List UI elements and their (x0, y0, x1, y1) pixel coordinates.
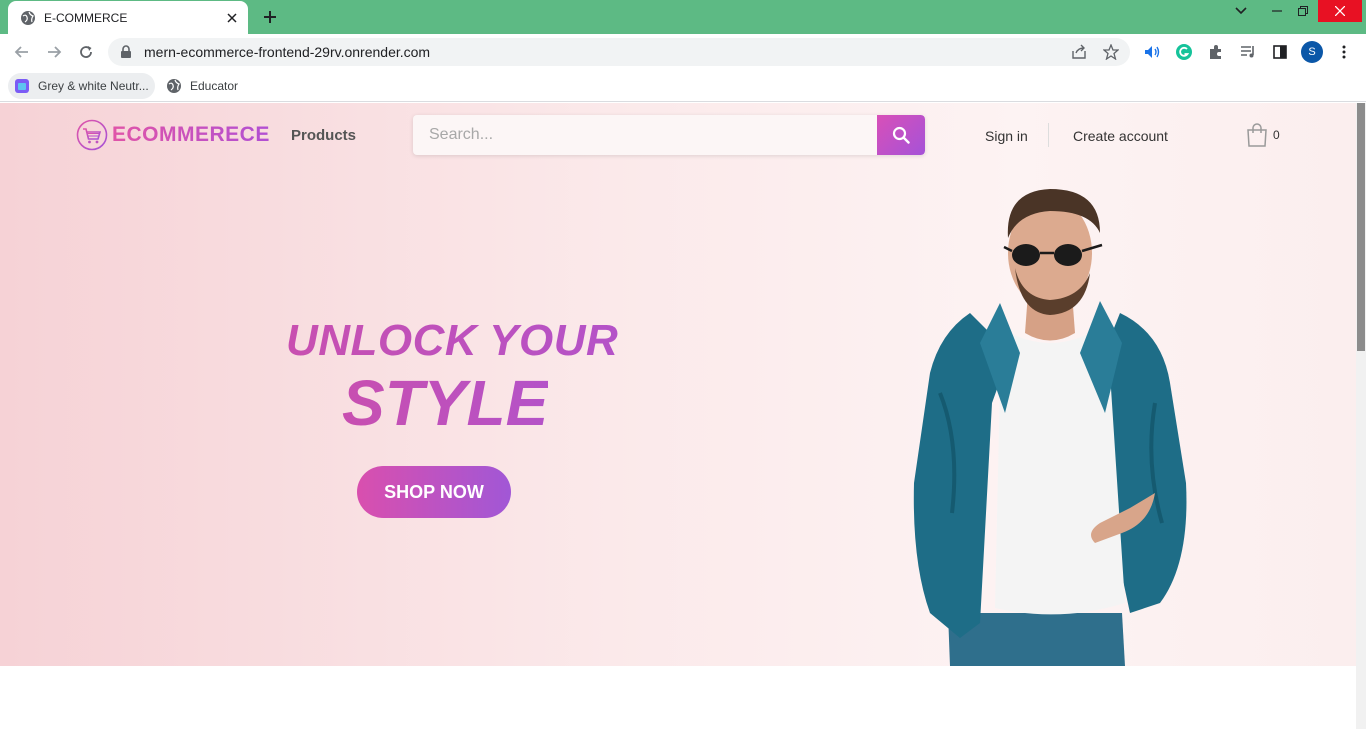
close-window-button[interactable] (1318, 0, 1362, 22)
browser-toolbar: mern-ecommerce-frontend-29rv.onrender.co… (0, 34, 1366, 70)
globe-icon (20, 10, 36, 26)
address-bar[interactable]: mern-ecommerce-frontend-29rv.onrender.co… (108, 38, 1130, 66)
bookmark-educator[interactable]: Educator (160, 73, 244, 99)
shopping-cart-logo-icon (76, 119, 108, 151)
reload-button[interactable] (74, 40, 98, 64)
sign-in-link[interactable]: Sign in (985, 128, 1028, 144)
bookmark-grey-white[interactable]: Grey & white Neutr... (8, 73, 155, 99)
hero-headline-line1: UNLOCK YOUR (286, 316, 619, 365)
search-input[interactable] (413, 115, 877, 155)
shop-now-button[interactable]: SHOP NOW (357, 466, 511, 518)
site-logo[interactable]: ECOMMERECE (76, 119, 270, 151)
read-aloud-icon[interactable] (1143, 43, 1161, 61)
hero-model-image (913, 189, 1187, 666)
back-button[interactable] (10, 40, 34, 64)
bookmarks-bar: Grey & white Neutr... Educator (0, 70, 1366, 102)
page-scrollbar[interactable] (1356, 103, 1366, 729)
page-viewport: ECOMMERECE Products Sign in Create accou… (0, 103, 1356, 729)
shopping-bag-icon[interactable] (1246, 123, 1268, 147)
share-icon[interactable] (1071, 44, 1087, 60)
bookmark-label: Educator (190, 79, 239, 93)
media-playlist-icon[interactable] (1239, 43, 1257, 61)
hero-section: ECOMMERECE Products Sign in Create accou… (0, 103, 1356, 666)
grammarly-icon[interactable] (1175, 43, 1193, 61)
extensions-puzzle-icon[interactable] (1207, 43, 1225, 61)
browser-tab[interactable]: E-COMMERCE (8, 1, 248, 34)
new-tab-button[interactable] (258, 6, 282, 28)
forward-button[interactable] (42, 40, 66, 64)
hero-headline-line2: STYLE (342, 367, 549, 439)
lock-icon (120, 45, 134, 59)
search-form (413, 115, 925, 155)
bookmark-label: Grey & white Neutr... (38, 79, 149, 93)
globe-icon (166, 78, 182, 94)
header-divider (1048, 123, 1049, 147)
logo-text: ECOMMERECE (112, 123, 270, 146)
search-icon (892, 126, 910, 144)
canva-icon (14, 78, 30, 94)
create-account-link[interactable]: Create account (1073, 128, 1168, 144)
search-button[interactable] (877, 115, 925, 155)
tab-search-icon[interactable] (1226, 0, 1256, 22)
profile-avatar[interactable]: S (1301, 41, 1323, 63)
restore-button[interactable] (1288, 0, 1318, 22)
browser-tab-strip: E-COMMERCE (0, 0, 1366, 34)
url-text: mern-ecommerce-frontend-29rv.onrender.co… (144, 44, 431, 60)
bookmark-star-icon[interactable] (1103, 44, 1119, 60)
close-tab-icon[interactable] (224, 10, 240, 26)
nav-products-link[interactable]: Products (291, 127, 356, 144)
cart-count: 0 (1273, 128, 1280, 142)
chrome-menu-icon[interactable] (1335, 43, 1353, 61)
side-panel-icon[interactable] (1271, 43, 1289, 61)
tab-title: E-COMMERCE (44, 10, 128, 25)
scrollbar-thumb[interactable] (1357, 103, 1365, 351)
